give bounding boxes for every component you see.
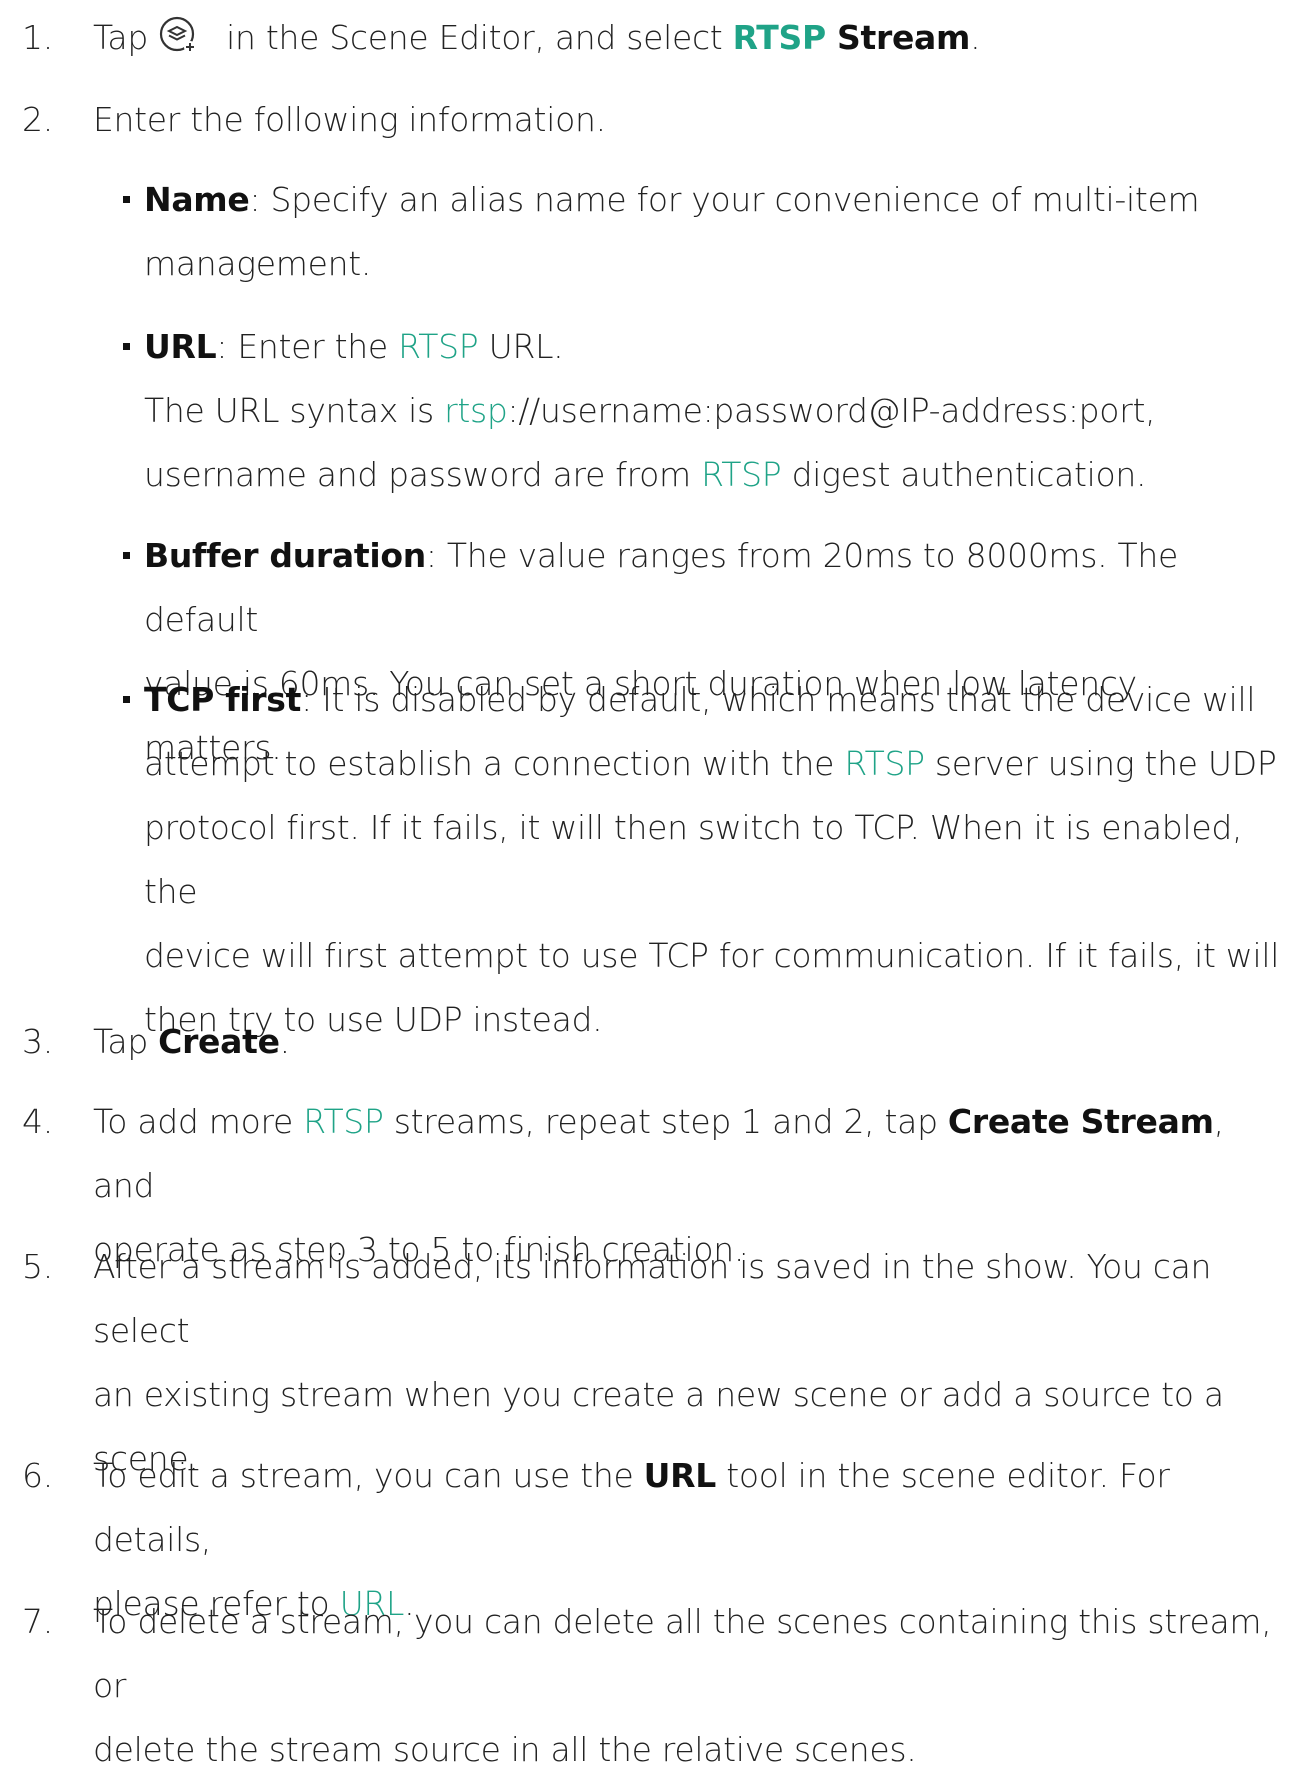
field-text: server using the UDP [924,744,1277,783]
step-text: To add more [93,1102,304,1141]
step-text: an existing stream when you create a new… [93,1375,1224,1414]
create-stream-label: Create Stream [947,1102,1214,1141]
rtsp-link[interactable]: RTSP [844,744,925,783]
field-tcp-first: TCP first: It is disabled by default, wh… [120,668,1280,1052]
field-label: Buffer duration [144,536,426,575]
bullet-marker [123,552,130,559]
step-text-end: . [279,1022,291,1061]
step-number: 4. [22,1102,53,1141]
step-text: Tap [93,1022,159,1061]
rtsp-link[interactable]: RTSP [398,327,479,366]
step-3: 3. Tap Create. [22,1010,1272,1074]
field-label: TCP first [144,680,302,719]
rtsp-link[interactable]: RTSP [701,455,782,494]
field-text: : Enter the [216,327,399,366]
field-url: URL: Enter the RTSP URL. The URL syntax … [120,315,1280,507]
step-text: delete the stream source in all the rela… [93,1730,917,1769]
step-text: After a stream is added, its information… [93,1247,1212,1350]
field-name: Name: Specify an alias name for your con… [120,168,1280,296]
create-label: Create [158,1022,280,1061]
bullet-marker [123,696,130,703]
field-text: management. [144,244,372,283]
field-text: ://username:password@IP-address:port, [507,391,1156,430]
step-number: 1. [22,18,53,57]
bullet-marker [123,343,130,350]
step-number: 6. [22,1456,53,1495]
field-label: URL [144,327,217,366]
step-2: 2. Enter the following information. [22,88,1272,152]
bullet-marker [123,196,130,203]
step-number: 7. [22,1602,53,1641]
step-number: 3. [22,1022,53,1061]
instructions-page: 1. Tap in the Scene Editor, and select R… [0,0,1294,1769]
field-text: : It is disabled by default, which means… [301,680,1256,719]
field-text: protocol first. If it fails, it will the… [144,808,1243,911]
stream-label: Stream [825,18,971,57]
field-label: Name [144,180,250,219]
add-layer-icon [159,16,196,53]
step-number: 2. [22,100,53,139]
step-number: 5. [22,1247,53,1286]
step-text-end: . [970,18,981,57]
field-text: username and password are from [144,455,702,494]
field-text: digest authentication. [781,455,1147,494]
step-text: To edit a stream, you can use the [93,1456,644,1495]
step-7: 7. To delete a stream, you can delete al… [22,1590,1272,1782]
step-1: 1. Tap in the Scene Editor, and select R… [22,6,1272,70]
step-text: Enter the following information. [93,100,606,139]
rtsp-scheme-link[interactable]: rtsp [444,391,508,430]
rtsp-link[interactable]: RTSP [733,18,827,57]
url-tool-label: URL [643,1456,717,1495]
step-text: To delete a stream, you can delete all t… [93,1602,1272,1705]
field-text: : Specify an alias name for your conveni… [249,180,1200,219]
field-text: device will first attempt to use TCP for… [144,936,1280,975]
rtsp-link[interactable]: RTSP [303,1102,384,1141]
step-text: in the Scene Editor, and select [215,18,733,57]
step-text: Tap [93,18,148,57]
field-text: attempt to establish a connection with t… [144,744,845,783]
field-text: The URL syntax is [144,391,445,430]
field-text: URL. [478,327,564,366]
step-text: streams, repeat step 1 and 2, tap [383,1102,948,1141]
